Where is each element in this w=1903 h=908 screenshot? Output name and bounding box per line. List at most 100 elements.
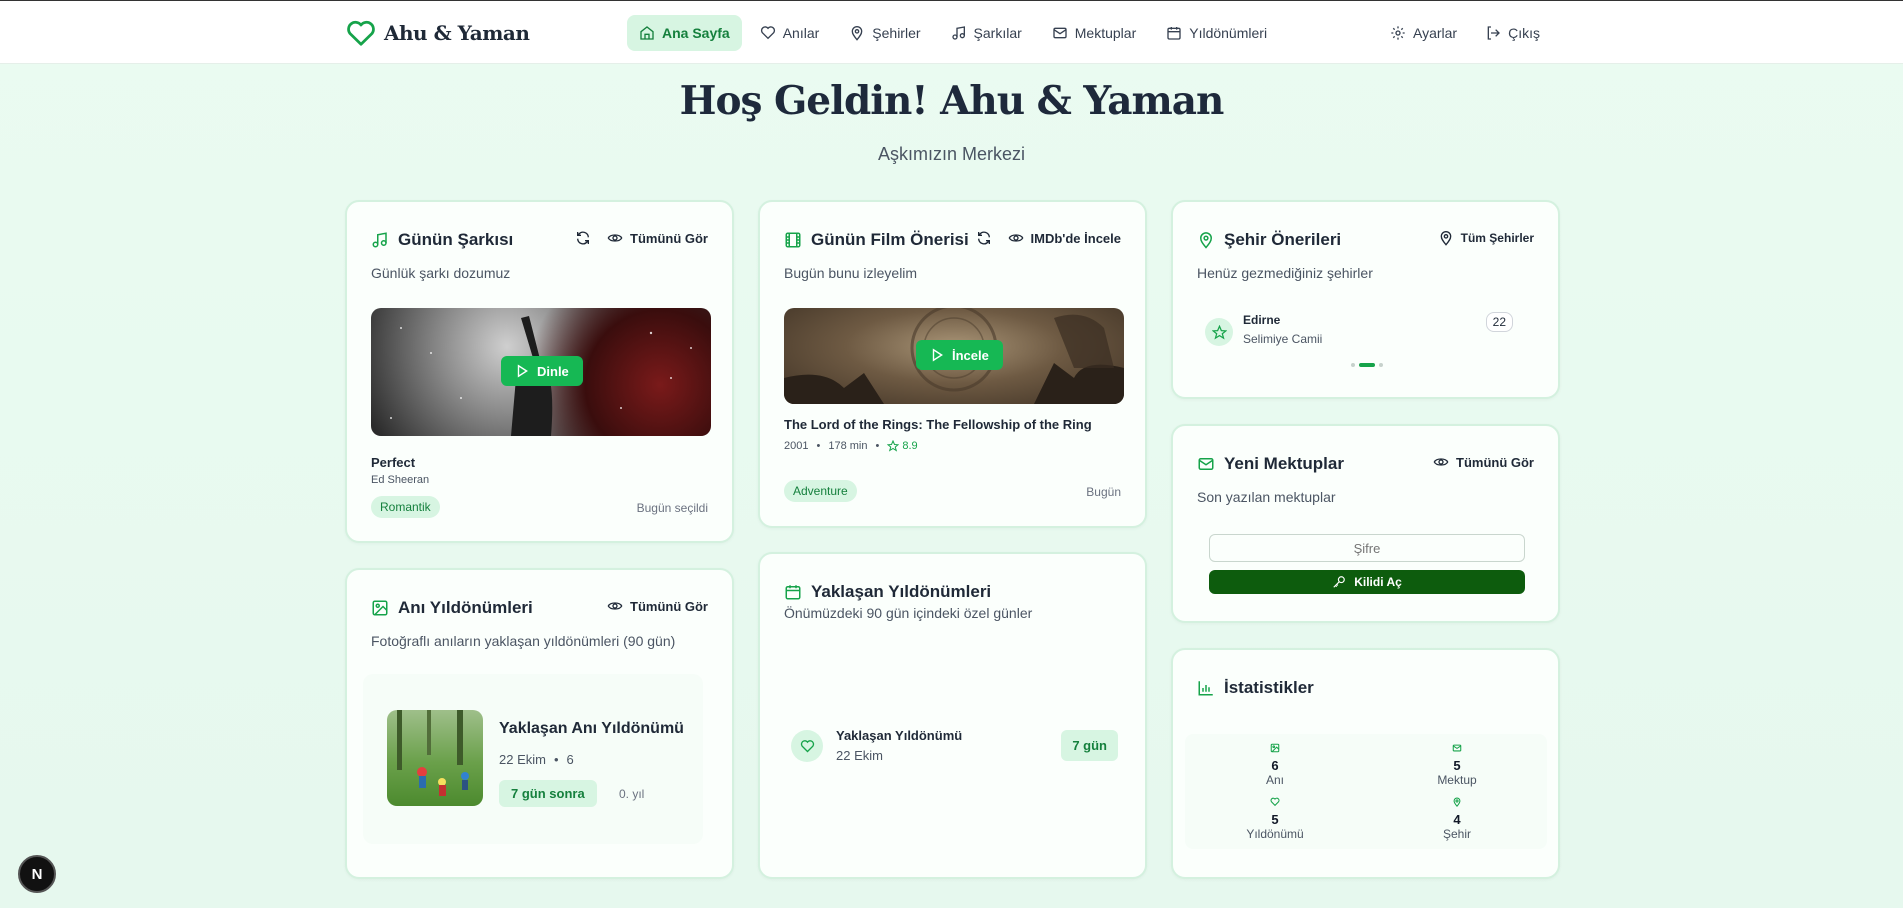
stat-memories[interactable]: 6 Anı: [1185, 740, 1365, 787]
stat-cities-label: Şehir: [1442, 827, 1471, 841]
mail-icon: [1197, 455, 1215, 473]
anniversary-item[interactable]: Yaklaşan Yıldönümü 22 Ekim 7 gün: [784, 724, 1124, 768]
refresh-icon[interactable]: [976, 230, 992, 246]
nav-letters[interactable]: Mektuplar: [1040, 15, 1148, 51]
page-subtitle: Aşkımızın Merkezi: [877, 144, 1026, 164]
refresh-icon[interactable]: [575, 230, 591, 246]
city-card-subtitle: Henüz gezmediğiniz şehirler: [1197, 265, 1373, 281]
nav-memories-label: Anılar: [782, 25, 820, 41]
bar-chart-icon: [1197, 679, 1215, 697]
nav-anniversaries-label: Yıldönümleri: [1189, 25, 1268, 41]
stats-grid: 6 Anı 5 Mektup 5 Yıldönümü 4 Şehir: [1185, 734, 1547, 849]
anniversaries-card-header: Yaklaşan Yıldönümleri: [784, 582, 991, 602]
star-icon: [887, 440, 900, 452]
heart-icon: [1270, 797, 1280, 807]
memory-card-title: Anı Yıldönümleri: [398, 598, 533, 617]
music-icon: [371, 231, 389, 249]
dev-tools-badge-label: N: [31, 865, 43, 883]
nav-cities-label: Şehirler: [872, 25, 921, 41]
letters-card: Yeni Mektuplar Tümünü Gör Son yazılan me…: [1171, 424, 1560, 623]
stat-anniversaries[interactable]: 5 Yıldönümü: [1185, 794, 1365, 841]
stat-cities-value: 4: [1453, 812, 1461, 827]
heart-icon: [760, 25, 776, 41]
eye-icon: [607, 598, 623, 614]
unlock-button[interactable]: Kilidi Aç: [1209, 570, 1525, 594]
letter-password-input[interactable]: [1209, 534, 1525, 562]
main-nav: Ana Sayfa Anılar Şehirler Şarkılar Mektu…: [627, 15, 1279, 51]
film-poster-image: İncele: [784, 308, 1124, 404]
anniversary-item-date: 22 Ekim: [836, 748, 883, 763]
film-card-actions: IMDb'de İncele: [977, 230, 1121, 246]
anniversary-countdown-badge: 7 gün: [1061, 730, 1118, 761]
map-pin-icon: [1452, 797, 1462, 807]
memory-card-subtitle: Fotoğraflı anıların yaklaşan yıldönümler…: [371, 633, 676, 649]
stat-cities[interactable]: 4 Şehir: [1367, 794, 1547, 841]
logout-label: Çıkış: [1508, 25, 1540, 41]
imdb-button[interactable]: IMDb'de İncele: [1008, 230, 1121, 246]
film-meta: 2001 • 178 min • 8.9: [784, 440, 918, 452]
nav-right: Ayarlar Çıkış: [1378, 15, 1552, 51]
unlock-label: Kilidi Aç: [1354, 575, 1402, 589]
memory-photo: [387, 710, 483, 806]
film-card: Günün Film Önerisi IMDb'de İncele Bugün …: [758, 200, 1147, 528]
city-suggestion-item[interactable]: Edirne Selimiye Camii 22: [1197, 312, 1513, 352]
settings-link[interactable]: Ayarlar: [1378, 15, 1469, 51]
song-card: Günün Şarkısı Tümünü Gör Günlük şarkı do…: [345, 200, 734, 543]
stat-letters[interactable]: 5 Mektup: [1367, 740, 1547, 787]
memory-view-all-label: Tümünü Gör: [630, 598, 708, 614]
city-card-title: Şehir Önerileri: [1224, 230, 1342, 249]
map-pin-icon: [1438, 230, 1454, 246]
stat-letters-label: Mektup: [1437, 773, 1477, 787]
memory-countdown-badge: 7 gün sonra: [499, 780, 597, 807]
logout-icon: [1485, 25, 1501, 41]
music-icon: [951, 25, 967, 41]
song-name: Perfect: [371, 455, 416, 470]
memory-item-meta: 22 Ekim • 6: [499, 752, 574, 767]
song-card-actions: Tümünü Gör: [575, 230, 708, 246]
image-icon: [1270, 743, 1280, 753]
city-card-actions: Tüm Şehirler: [1438, 230, 1534, 246]
letters-view-all-button[interactable]: Tümünü Gör: [1433, 454, 1534, 470]
nav-anniversaries[interactable]: Yıldönümleri: [1154, 15, 1279, 51]
letters-view-all-label: Tümünü Gör: [1456, 454, 1534, 470]
memory-view-all-button[interactable]: Tümünü Gör: [607, 598, 708, 614]
nav-cities[interactable]: Şehirler: [837, 15, 932, 51]
memory-item-count: 6: [566, 752, 574, 767]
calendar-icon: [784, 583, 802, 601]
gear-icon: [1390, 25, 1406, 41]
anniversaries-card-subtitle: Önümüzdeki 90 gün içindeki özel günler: [784, 605, 1033, 621]
carousel-dot[interactable]: [1351, 363, 1355, 367]
carousel-dot[interactable]: [1379, 363, 1383, 367]
nav-home-label: Ana Sayfa: [662, 25, 730, 41]
nav-memories[interactable]: Anılar: [748, 15, 832, 51]
brand[interactable]: Ahu & Yaman: [346, 19, 530, 47]
song-card-title: Günün Şarkısı: [398, 230, 514, 249]
carousel-dot-active[interactable]: [1359, 363, 1375, 367]
settings-label: Ayarlar: [1413, 25, 1458, 41]
stat-letters-value: 5: [1453, 758, 1461, 773]
nav-songs-label: Şarkılar: [973, 25, 1022, 41]
nav-letters-label: Mektuplar: [1074, 25, 1137, 41]
song-artist: Ed Sheeran: [371, 474, 430, 486]
stat-anniversaries-value: 5: [1271, 812, 1279, 827]
upcoming-anniversaries-card: Yaklaşan Yıldönümleri Önümüzdeki 90 gün …: [758, 552, 1147, 879]
eye-icon: [1433, 454, 1449, 470]
city-card-header: Şehir Önerileri: [1197, 230, 1341, 250]
all-cities-button[interactable]: Tüm Şehirler: [1438, 230, 1534, 246]
memory-item-title: Yaklaşan Anı Yıldönümü: [499, 720, 684, 737]
logout-link[interactable]: Çıkış: [1473, 15, 1552, 51]
memory-year-label: 0. yıl: [619, 787, 645, 801]
star-icon: [1205, 318, 1233, 346]
memory-anniversary-item[interactable]: Yaklaşan Anı Yıldönümü 22 Ekim • 6 7 gün…: [363, 674, 703, 844]
song-cover-image: Dinle: [371, 308, 711, 436]
nav-home[interactable]: Ana Sayfa: [627, 15, 742, 51]
film-view-button[interactable]: İncele: [916, 340, 1003, 370]
nav-songs[interactable]: Şarkılar: [939, 15, 1034, 51]
dev-tools-badge[interactable]: N: [18, 855, 56, 893]
film-view-label: İncele: [952, 347, 989, 363]
mail-icon: [1052, 25, 1068, 41]
home-icon: [639, 25, 655, 41]
song-view-all-button[interactable]: Tümünü Gör: [607, 230, 708, 246]
key-icon: [1332, 575, 1346, 589]
song-play-button[interactable]: Dinle: [501, 356, 583, 386]
